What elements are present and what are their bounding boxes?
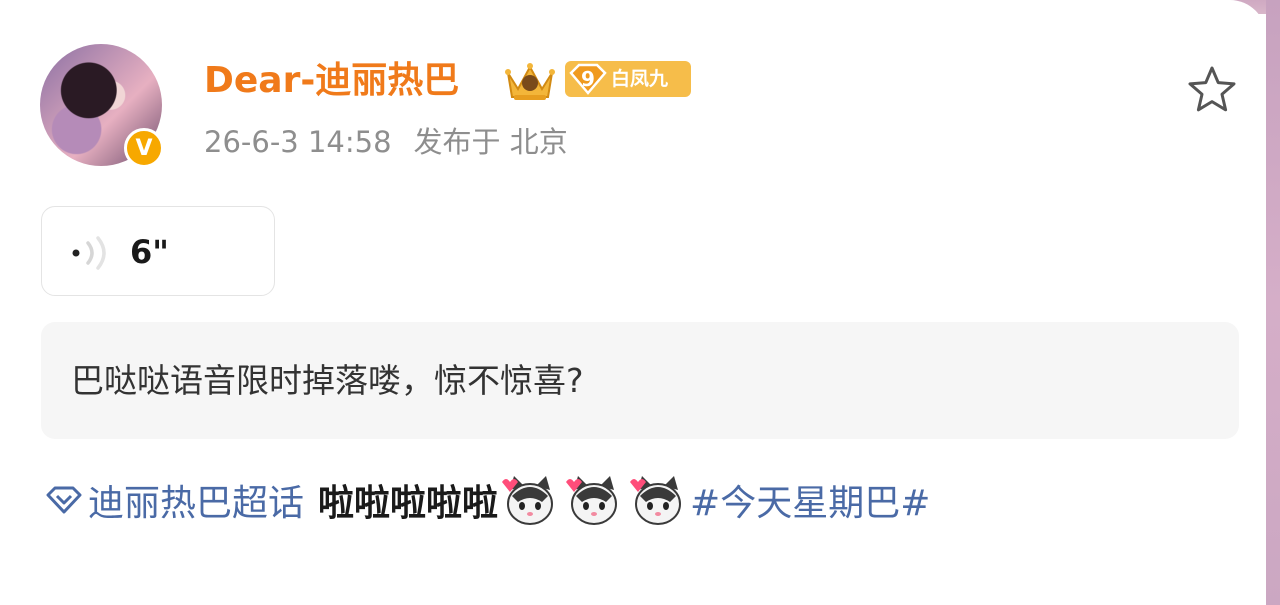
cat-emoji-icon (566, 476, 618, 525)
supertopic-link[interactable]: 迪丽热巴超话 (88, 474, 304, 526)
hashtag-link[interactable]: #今天星期巴# (690, 474, 930, 526)
background-edge (1266, 0, 1280, 605)
voice-duration: 6" (130, 233, 169, 271)
post-text: 迪丽热巴超话 啦啦啦啦啦 #今天星期巴# (44, 470, 930, 530)
username[interactable]: Dear-迪丽热巴 (204, 58, 459, 104)
rank-badge[interactable]: 9 白凤九 (565, 61, 691, 97)
rank-number: 9 (581, 67, 595, 91)
location: 发布于 北京 (413, 125, 568, 159)
body-text: 啦啦啦啦啦 (318, 483, 499, 524)
timestamp: 26-6-3 14:58 (204, 125, 392, 159)
voice-message-button[interactable]: 6" (41, 206, 275, 296)
post-card: V Dear-迪丽热巴 9 白凤九 26-6-3 14:58 发布于 北京 6" … (0, 0, 1266, 605)
post-meta: 26-6-3 14:58 发布于 北京 (204, 122, 568, 162)
crown-icon (505, 63, 555, 100)
quote-text: 巴哒哒语音限时掉落喽，惊不惊喜? (71, 361, 584, 400)
rank-label: 白凤九 (611, 68, 669, 90)
verified-badge-icon: V (124, 128, 164, 168)
cat-emoji-icon (630, 476, 682, 525)
voice-wave-icon (72, 236, 106, 270)
cat-emoji-icon (502, 476, 554, 525)
quote-box: 巴哒哒语音限时掉落喽，惊不惊喜? (41, 322, 1239, 439)
star-icon[interactable] (1186, 64, 1238, 114)
diamond-icon (46, 486, 82, 514)
